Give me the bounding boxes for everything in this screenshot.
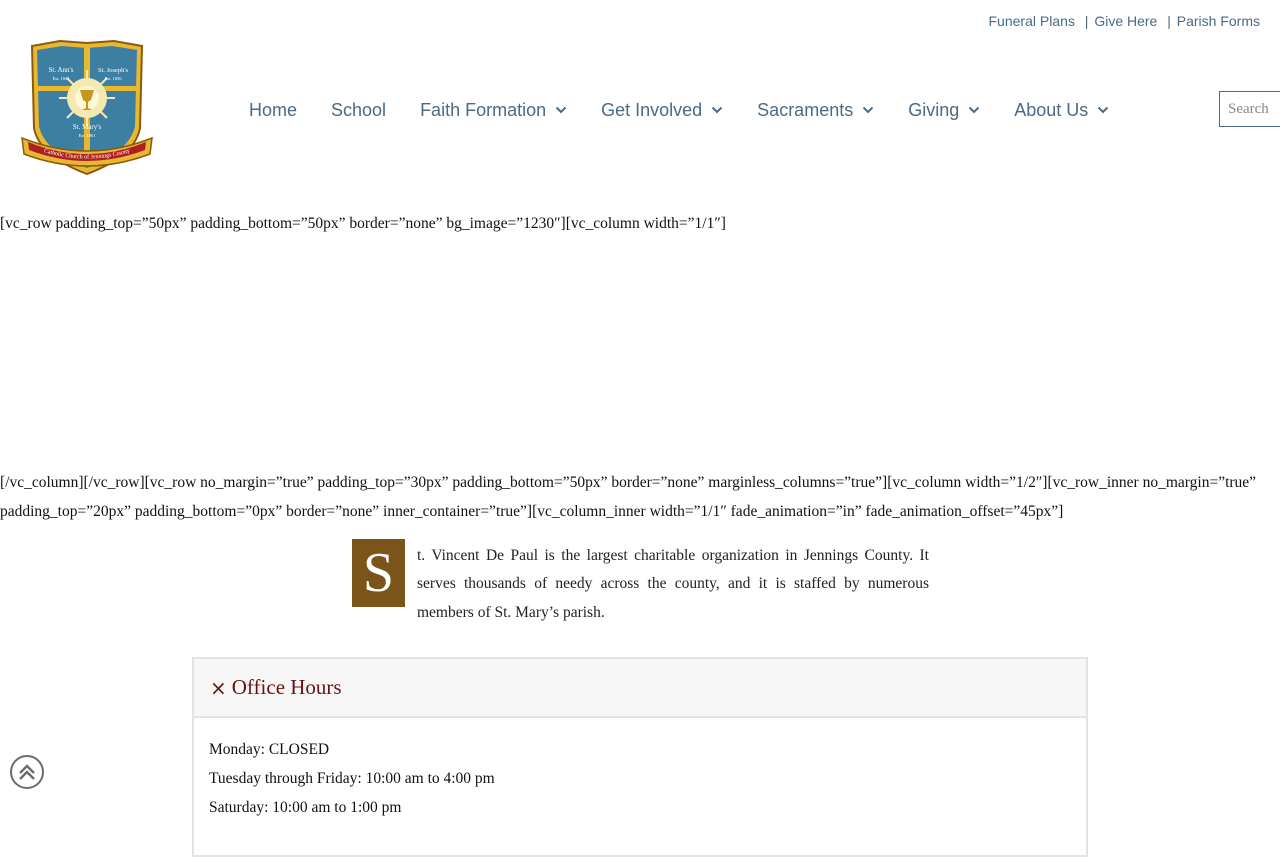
nav-item-about-us[interactable]: About Us — [1014, 100, 1109, 121]
link-separator: | — [1084, 13, 1089, 29]
nav-label: School — [331, 99, 387, 120]
nav-item-giving[interactable]: Giving — [908, 100, 980, 121]
main-nav: Home School Faith Formation Get Involved… — [249, 98, 1109, 122]
close-icon: × — [210, 675, 227, 700]
svg-text:Est. 1841: Est. 1841 — [52, 76, 69, 81]
chevron-up-icon — [19, 764, 35, 780]
svg-text:Est. 1836: Est. 1836 — [104, 76, 122, 81]
chevron-down-icon — [863, 106, 874, 114]
hours-line: Monday: CLOSED — [209, 741, 330, 758]
scroll-to-top-button[interactable] — [10, 755, 44, 789]
shortcode-text: padding_top=”20px” padding_bottom=”0px” … — [0, 503, 1064, 520]
drop-cap: S — [352, 539, 405, 607]
chevron-down-icon — [969, 106, 980, 114]
shortcode-text: [/vc_column][/vc_row][vc_row no_margin=”… — [0, 474, 1257, 491]
svg-text:St. Mary's: St. Mary's — [73, 123, 102, 131]
top-utility-links: Funeral Plans | Give Here | Parish Forms — [989, 13, 1261, 29]
nav-item-faith-formation[interactable]: Faith Formation — [420, 100, 567, 121]
nav-item-school[interactable]: School — [331, 100, 386, 121]
parish-crest-icon: St. Ann's Est. 1841 St. Joseph's Est. 18… — [21, 39, 153, 176]
svg-text:St. Joseph's: St. Joseph's — [98, 67, 129, 74]
nav-label: About Us — [1014, 99, 1089, 120]
office-hours-content: Monday: CLOSED Tuesday through Friday: 1… — [194, 718, 1086, 822]
parish-forms-link[interactable]: Parish Forms — [1177, 13, 1260, 29]
nav-label: Home — [249, 99, 298, 120]
office-hours-toggle[interactable]: × Office Hours — [194, 659, 1086, 718]
search-input[interactable] — [1219, 91, 1280, 127]
chevron-down-icon — [711, 106, 723, 114]
chevron-down-icon — [1098, 106, 1109, 114]
svg-text:Est. 1861: Est. 1861 — [78, 133, 95, 138]
shortcode-text: [vc_row padding_top=”50px” padding_botto… — [0, 215, 726, 232]
nav-label: Sacraments — [757, 99, 854, 120]
nav-label: Get Involved — [601, 99, 703, 120]
hours-line: Tuesday through Friday: 10:00 am to 4:00… — [209, 770, 495, 787]
svg-text:St. Ann's: St. Ann's — [49, 66, 74, 74]
nav-item-home[interactable]: Home — [249, 100, 297, 121]
chevron-down-icon — [555, 106, 567, 114]
funeral-plans-link[interactable]: Funeral Plans — [989, 13, 1075, 29]
intro-paragraph: t. Vincent De Paul is the largest charit… — [417, 546, 929, 621]
nav-label: Giving — [908, 99, 960, 120]
link-separator: | — [1167, 13, 1171, 29]
nav-item-get-involved[interactable]: Get Involved — [601, 100, 723, 121]
office-hours-title: Office Hours — [231, 675, 342, 699]
office-hours-accordion: × Office Hours Monday: CLOSED Tuesday th… — [192, 657, 1088, 857]
give-here-link[interactable]: Give Here — [1094, 13, 1157, 29]
nav-item-sacraments[interactable]: Sacraments — [757, 100, 874, 121]
parish-logo[interactable]: St. Ann's Est. 1841 St. Joseph's Est. 18… — [20, 38, 154, 180]
nav-label: Faith Formation — [420, 99, 547, 120]
hours-line: Saturday: 10:00 am to 1:00 pm — [209, 799, 402, 816]
